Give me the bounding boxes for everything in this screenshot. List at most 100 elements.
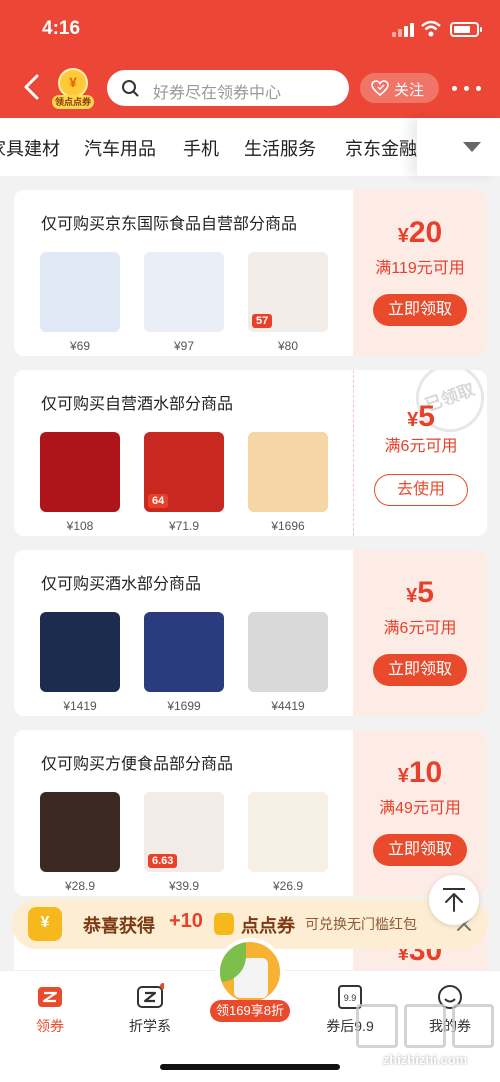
back-arrow-icon[interactable] [22, 74, 44, 100]
tab-label: 领券 [36, 1018, 64, 1034]
coupon-amount: ¥20 [353, 216, 487, 250]
toast-description: 可兑换无门槛红包 [305, 916, 417, 932]
watermark-glyph [356, 1004, 398, 1048]
home-indicator [160, 1064, 340, 1070]
product-price: ¥69 [69, 339, 91, 353]
search-placeholder: 好券尽在领券中心 [153, 85, 282, 102]
category-tab[interactable]: 汽车用品 [84, 135, 156, 161]
category-tab[interactable]: 家具建材 [0, 135, 60, 161]
product-image [248, 612, 328, 692]
product-price: ¥39.9 [168, 879, 200, 893]
category-tab[interactable]: 手机 [183, 135, 219, 161]
category-tab[interactable]: 生活服务 [244, 135, 316, 161]
toast-congrats: 恭喜获得 [83, 916, 155, 936]
coupon-card: 仅可购买京东国际食品自营部分商品 ¥69 ¥97 57 ¥80 ¥20 满119元可用 立即领… [14, 190, 487, 356]
watermark-glyph [452, 1004, 494, 1048]
currency-symbol: ¥ [397, 225, 409, 247]
product-image: 6.63 [144, 792, 224, 872]
product-item[interactable]: ¥4419 [248, 612, 328, 713]
points-coupon-badge[interactable]: 领点点券 [52, 68, 94, 110]
product-item[interactable]: 6.63 ¥39.9 [144, 792, 224, 893]
rice-bag-icon [216, 938, 284, 1006]
claim-coupon-button[interactable]: 立即领取 [373, 294, 467, 326]
amount-value: 10 [408, 756, 443, 789]
follow-button[interactable]: 关注 [360, 73, 439, 103]
cellular-signal-icon [392, 23, 414, 37]
product-item[interactable]: ¥69 [40, 252, 120, 353]
watermark-glyph [404, 1004, 446, 1048]
product-image [40, 612, 120, 692]
product-price: ¥108 [66, 519, 94, 533]
center-promo-button[interactable]: 领169享8折 [210, 938, 290, 1028]
heart-icon [371, 80, 389, 96]
coupon-card: 仅可购买方便食品部分商品 ¥28.9 6.63 ¥39.9 ¥26.9 ¥10 满49元可用… [14, 730, 487, 896]
status-time: 4:16 [42, 18, 81, 39]
product-item[interactable]: 64 ¥71.9 [144, 432, 224, 533]
tab-label: 折学系 [129, 1018, 171, 1034]
arrow-up-icon [445, 893, 463, 912]
status-bar: 4:16 [0, 0, 500, 60]
coupon-value-panel: ¥20 满119元可用立即领取 [353, 190, 487, 356]
coupon-value-panel: 已领取 ¥5 满6元可用 去使用 [353, 370, 487, 536]
toast-value: +10 [169, 910, 203, 932]
product-image [144, 252, 224, 332]
follow-label: 关注 [394, 82, 425, 99]
product-price: ¥1696 [271, 519, 305, 533]
coupon-value-panel: ¥10 满49元可用立即领取 [353, 730, 487, 896]
product-item[interactable]: ¥97 [144, 252, 224, 353]
product-item[interactable]: ¥1696 [248, 432, 328, 533]
chevron-down-icon [463, 142, 481, 152]
product-item[interactable]: ¥108 [40, 432, 120, 533]
category-tab[interactable]: 京东金融 [345, 135, 417, 161]
coupon-tab-icon [38, 987, 62, 1007]
battery-icon [450, 22, 482, 37]
z-tab-icon [137, 983, 164, 1008]
product-image [144, 612, 224, 692]
product-item[interactable]: 57 ¥80 [248, 252, 328, 353]
amount-value: 5 [418, 400, 435, 433]
wifi-icon [421, 20, 441, 37]
product-item[interactable]: ¥26.9 [248, 792, 328, 893]
amount-value: 20 [408, 216, 443, 249]
claim-coupon-button[interactable]: 立即领取 [373, 834, 467, 866]
red-packet-icon [28, 907, 62, 941]
coupon-condition: 满49元可用 [379, 800, 461, 817]
coupon-condition: 满6元可用 [383, 620, 457, 637]
search-icon [122, 80, 139, 97]
product-price: ¥28.9 [64, 879, 96, 893]
product-price: ¥4419 [271, 699, 305, 713]
currency-symbol: ¥ [397, 765, 409, 787]
search-bar[interactable]: 好券尽在领券中心 [107, 70, 349, 106]
more-options-icon[interactable] [452, 86, 482, 92]
claim-coupon-button[interactable]: 立即领取 [373, 654, 467, 686]
product-image [248, 792, 328, 872]
back-to-top-button[interactable] [429, 875, 479, 925]
product-image [40, 792, 120, 872]
center-promo-label: 领169享8折 [210, 1000, 290, 1022]
product-image [40, 432, 120, 512]
product-image: 57 [248, 252, 328, 332]
product-item[interactable]: ¥1419 [40, 612, 120, 713]
coupon-condition: 满6元可用 [384, 438, 458, 455]
coupon-card: 仅可购买酒水部分商品 ¥1419 ¥1699 ¥4419 ¥5 满6元可用 立即领取 [14, 550, 487, 716]
top-bar-icon [443, 888, 465, 890]
toast-coupon-name: 点点券 [241, 916, 295, 936]
coupon-amount: ¥5 [354, 400, 487, 434]
coin-icon [58, 68, 88, 98]
category-expand-button[interactable] [417, 118, 500, 176]
product-item[interactable]: ¥1699 [144, 612, 224, 713]
product-price: ¥97 [173, 339, 195, 353]
coupon-condition: 满119元可用 [375, 260, 465, 277]
watermark-text: zhizhizhi.com [382, 1052, 468, 1067]
product-image [40, 252, 120, 332]
coupon-title: 仅可购买酒水部分商品 [41, 576, 202, 593]
coupon-title: 仅可购买自营酒水部分商品 [41, 396, 234, 413]
use-coupon-button[interactable]: 去使用 [374, 474, 468, 506]
product-price: ¥26.9 [272, 879, 304, 893]
product-image [248, 432, 328, 512]
watermark: zhizhizhi.com [350, 1000, 500, 1082]
product-price: ¥1699 [167, 699, 201, 713]
product-item[interactable]: ¥28.9 [40, 792, 120, 893]
currency-symbol: ¥ [406, 585, 418, 607]
product-price: ¥80 [277, 339, 299, 353]
